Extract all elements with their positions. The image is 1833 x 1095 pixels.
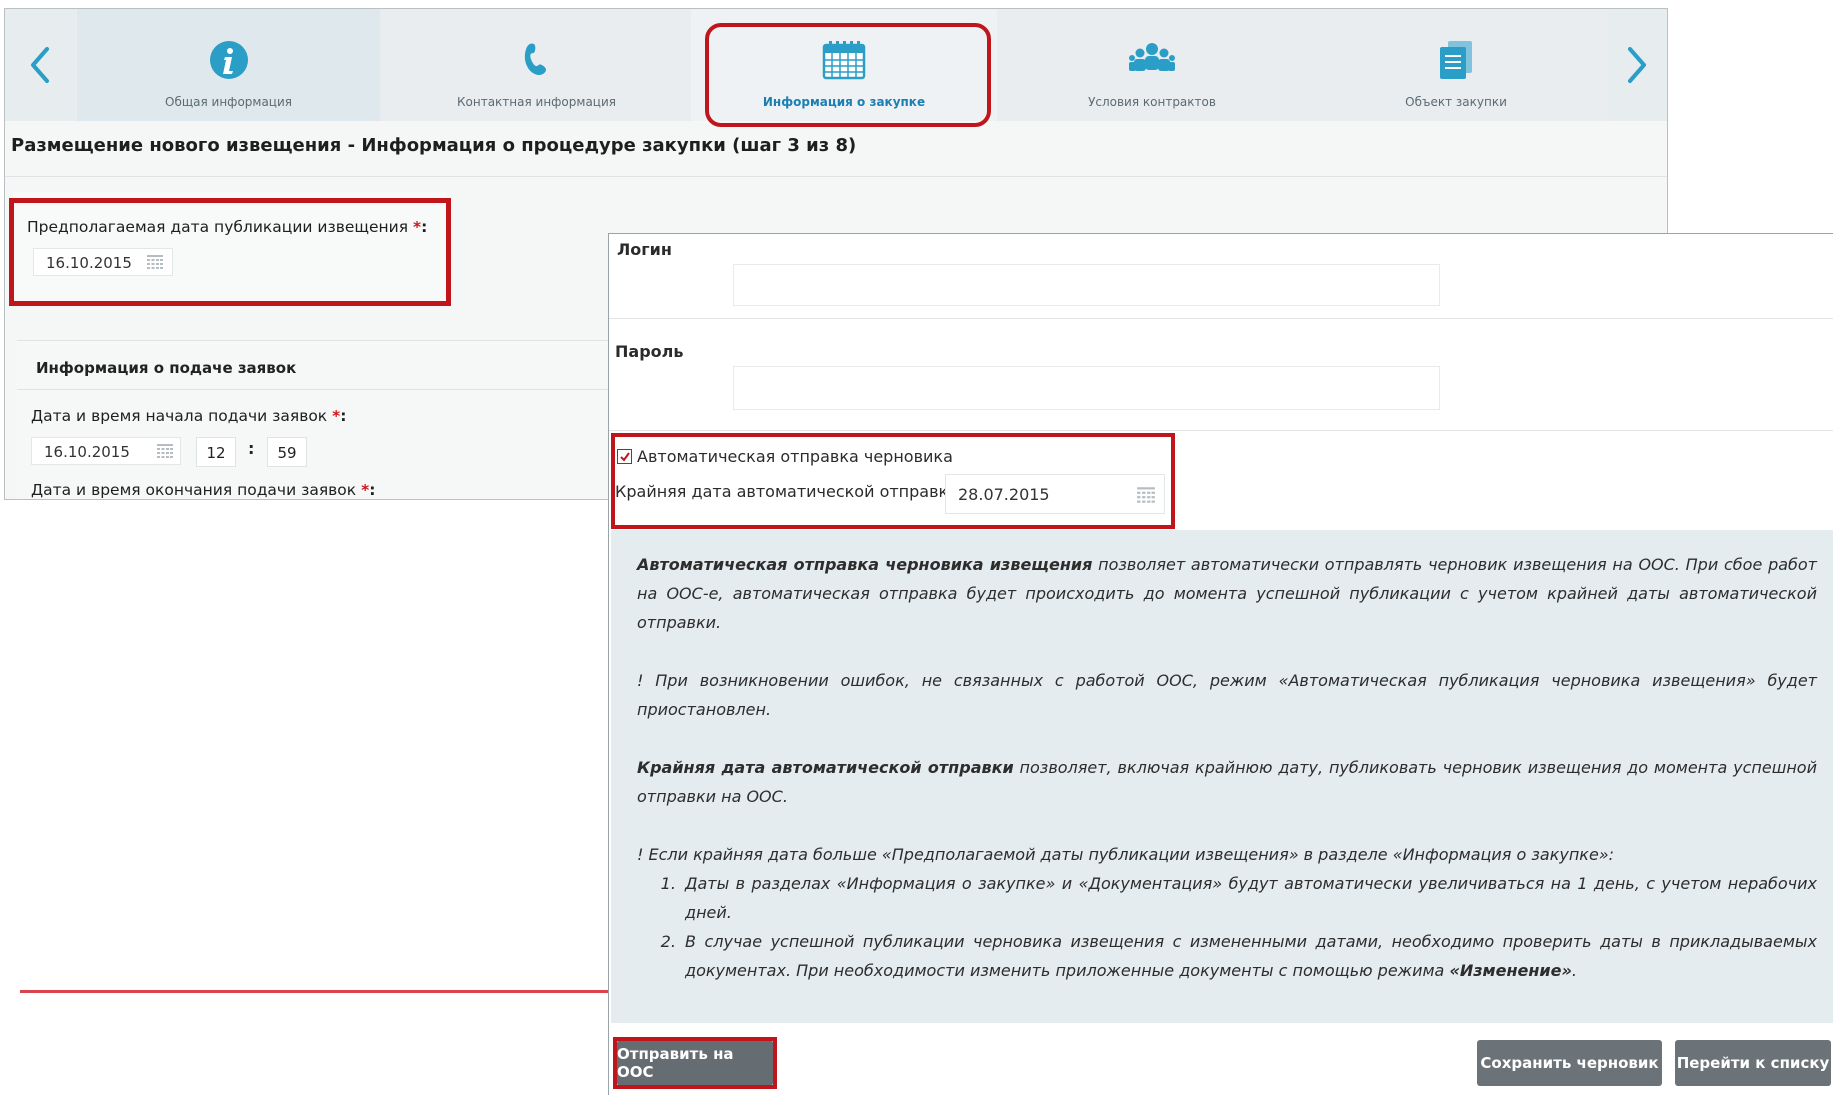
page-title: Размещение нового извещения - Информация… [11,135,857,156]
next-step-arrow[interactable] [1608,9,1666,121]
deadline-date-input[interactable]: 28.07.2015 [945,474,1165,514]
password-input[interactable] [733,366,1440,410]
application-start-date-input[interactable]: 16.10.2015 [31,437,181,465]
divider [609,430,1833,431]
tab-label: Объект закупки [1405,95,1507,109]
tab-contact-info[interactable]: Контактная информация [384,9,689,121]
calendar-icon[interactable] [156,442,174,460]
chevron-left-icon [31,47,49,83]
application-start-minute[interactable]: 59 [267,437,307,467]
prev-step-arrow[interactable] [5,9,75,121]
tab-label: Контактная информация [457,95,616,109]
send-draft-dialog: Логин Пароль Автоматическая отправка чер… [608,233,1833,1095]
time-separator: : [248,439,255,458]
tab-procurement-info[interactable]: Информация о закупке [691,9,997,121]
info-list: Даты в разделах «Информация о закупке» и… [637,869,1817,985]
publication-date-input[interactable]: 16.10.2015 [33,248,173,276]
tab-contract-conditions[interactable]: Условия контрактов [999,9,1305,121]
tab-label: Информация о закупке [762,95,926,109]
decorative-line [20,990,610,993]
publication-date-block: Предполагаемая дата публикации извещения… [13,192,447,302]
calendar-icon[interactable] [1136,485,1156,505]
send-to-oos-button[interactable]: Отправить на ООС [617,1040,773,1086]
calendar-icon [820,39,868,81]
tab-general-info[interactable]: Общая информация [77,9,380,121]
calendar-icon[interactable] [146,253,164,271]
tab-procurement-object[interactable]: Объект закупки [1307,9,1605,121]
section-heading: Информация о подаче заявок [36,359,297,377]
application-start-label: Дата и время начала подачи заявок *: [31,407,347,425]
deadline-label: Крайняя дата автоматической отправки: [615,482,964,501]
phone-icon [513,39,561,81]
info-paragraph: Крайняя дата автоматической отправки поз… [637,758,1817,806]
info-paragraph: Автоматическая отправка черновика извеще… [637,555,1818,632]
info-paragraph: ! Если крайняя дата больше «Предполагаем… [637,845,1615,864]
info-panel: Автоматическая отправка черновика извеще… [611,530,1833,1023]
auto-send-checkbox[interactable] [617,449,632,464]
people-icon [1128,39,1176,81]
go-to-list-button[interactable]: Перейти к списку [1675,1040,1831,1086]
save-draft-button[interactable]: Сохранить черновик [1477,1040,1662,1086]
list-item: Даты в разделах «Информация о закупке» и… [681,869,1817,927]
login-input[interactable] [733,264,1440,306]
info-text: Автоматическая отправка черновика извеще… [637,550,1817,985]
tab-label: Условия контрактов [1088,95,1216,109]
documents-icon [1432,39,1480,81]
step-tabbar: Общая информация Контактная информация И… [5,9,1667,121]
tab-label: Общая информация [165,95,292,109]
divider [609,318,1833,319]
auto-send-label: Автоматическая отправка черновика [637,447,953,466]
info-icon [205,39,253,81]
list-item: В случае успешной публикации черновика и… [681,927,1817,985]
login-label: Логин [617,240,672,259]
checkmark-icon [619,451,630,462]
password-label: Пароль [615,342,684,361]
auto-send-row: Автоматическая отправка черновика [617,447,953,466]
divider [5,176,1667,177]
application-start-hour[interactable]: 12 [196,437,236,467]
publication-date-label: Предполагаемая дата публикации извещения… [27,218,428,236]
info-paragraph: ! При возникновении ошибок, не связанных… [637,671,1817,719]
application-end-label: Дата и время окончания подачи заявок *: [31,481,376,499]
chevron-right-icon [1628,47,1646,83]
